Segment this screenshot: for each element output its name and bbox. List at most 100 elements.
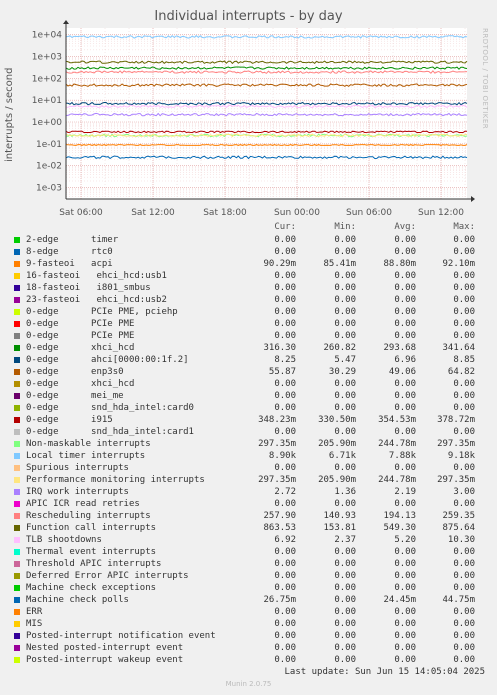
legend-row: Spurious interrupts 0.00 0.00 0.00 0.00 xyxy=(0,462,497,474)
legend-value-max: 9.18k xyxy=(447,451,475,461)
legend-value-avg: 0.00 xyxy=(394,403,416,413)
legend-value-avg: 24.45m xyxy=(383,595,416,605)
legend-value-cur: 0.00 xyxy=(274,583,296,593)
legend-value-min: 140.93 xyxy=(323,511,356,521)
legend-value-avg: 6.96 xyxy=(394,355,416,365)
legend-swatch xyxy=(14,249,20,255)
legend-row: 16-fasteoi ehci_hcd:usb1 0.00 0.00 0.00 0.00 xyxy=(0,270,497,282)
legend-series-name: 0-edge PCIe PME xyxy=(26,319,135,329)
legend-row: 0-edge ahci[0000:00:1f.2] 8.25 5.47 6.96 8.8… xyxy=(0,354,497,366)
legend-value-min: 0.00 xyxy=(334,403,356,413)
legend-swatch xyxy=(14,633,20,639)
legend-value-avg: 0.00 xyxy=(394,391,416,401)
legend-value-min: 153.81 xyxy=(323,523,356,533)
legend-value-min: 205.90m xyxy=(318,475,356,485)
legend-row: ERR 0.00 0.00 0.00 0.00 xyxy=(0,606,497,618)
legend-value-min: 205.90m xyxy=(318,439,356,449)
legend-series-name: Local timer interrupts xyxy=(26,451,146,461)
legend-value-max: 0.00 xyxy=(453,283,475,293)
legend-row: Threshold APIC interrupts 0.00 0.00 0.00 0.0… xyxy=(0,558,497,570)
legend-value-cur: 90.29m xyxy=(263,259,296,269)
legend-row: IRQ work interrupts 2.72 1.36 2.19 3.00 xyxy=(0,486,497,498)
legend-row: 0-edge xhci_hcd 316.30 260.82 293.68 341.64 xyxy=(0,342,497,354)
legend-value-avg: 0.00 xyxy=(394,607,416,617)
legend-series-name: 0-edge snd_hda_intel:card1 xyxy=(26,427,194,437)
legend-value-cur: 0.00 xyxy=(274,463,296,473)
legend-value-max: 3.00 xyxy=(453,487,475,497)
legend-row: 0-edge snd_hda_intel:card0 0.00 0.00 0.00 0.… xyxy=(0,402,497,414)
legend-value-max: 0.00 xyxy=(453,607,475,617)
legend-value-cur: 297.35m xyxy=(258,439,296,449)
legend-series-name: 9-fasteoi acpi xyxy=(26,259,113,269)
legend-value-cur: 0.00 xyxy=(274,295,296,305)
x-tick-label: Sat 18:00 xyxy=(203,208,247,218)
legend-value-avg: 88.80m xyxy=(383,259,416,269)
legend-series-name: Function call interrupts xyxy=(26,523,157,533)
legend-value-cur: 0.00 xyxy=(274,607,296,617)
legend-value-max: 0.00 xyxy=(453,247,475,257)
legend-value-avg: 0.00 xyxy=(394,619,416,629)
legend-value-max: 0.00 xyxy=(453,295,475,305)
legend-row: Machine check polls 26.75m 0.00 24.45m 44.75… xyxy=(0,594,497,606)
legend-row: 0-edge PCIe PME 0.00 0.00 0.00 0.00 xyxy=(0,330,497,342)
legend-value-max: 0.00 xyxy=(453,655,475,665)
legend-value-max: 0.00 xyxy=(453,571,475,581)
legend-swatch xyxy=(14,405,20,411)
legend-series-name: Rescheduling interrupts xyxy=(26,511,151,521)
legend-swatch xyxy=(14,441,20,447)
legend-value-avg: 0.00 xyxy=(394,583,416,593)
legend-swatch xyxy=(14,321,20,327)
legend-row: Posted-interrupt wakeup event 0.00 0.00 0.0… xyxy=(0,654,497,666)
legend-series-name: Spurious interrupts xyxy=(26,463,129,473)
legend-value-min: 0.00 xyxy=(334,271,356,281)
legend-series-name: Thermal event interrupts xyxy=(26,547,157,557)
legend-value-max: 0.00 xyxy=(453,463,475,473)
legend-swatch xyxy=(14,381,20,387)
y-tick-label: 1e-01 xyxy=(36,140,62,150)
legend-swatch xyxy=(14,549,20,555)
legend-row: Nested posted-interrupt event 0.00 0.00 0.0… xyxy=(0,642,497,654)
legend-value-min: 0.00 xyxy=(334,643,356,653)
x-tick-label: Sat 12:00 xyxy=(131,208,175,218)
legend-series-name: Posted-interrupt wakeup event xyxy=(26,655,184,665)
legend-swatch xyxy=(14,501,20,507)
legend-value-avg: 354.53m xyxy=(378,415,416,425)
legend-value-cur: 2.72 xyxy=(274,487,296,497)
legend-row: Thermal event interrupts 0.00 0.00 0.00 0.00 xyxy=(0,546,497,558)
legend-value-min: 0.00 xyxy=(334,655,356,665)
legend-series-name: 0-edge xhci_hcd xyxy=(26,343,135,353)
x-tick-label: Sun 12:00 xyxy=(418,208,464,218)
legend-value-max: 8.85 xyxy=(453,355,475,365)
legend-swatch xyxy=(14,333,20,339)
legend-value-min: 0.00 xyxy=(334,307,356,317)
legend-value-cur: 0.00 xyxy=(274,643,296,653)
legend-swatch xyxy=(14,561,20,567)
legend-row: Function call interrupts 863.53 153.81 549.… xyxy=(0,522,497,534)
legend-row: 0-edge snd_hda_intel:card1 0.00 0.00 0.00 0.… xyxy=(0,426,497,438)
col-header-min: Min: xyxy=(334,222,356,232)
legend-value-min: 2.37 xyxy=(334,535,356,545)
legend-value-cur: 55.87 xyxy=(268,367,296,377)
legend-value-min: 0.00 xyxy=(334,463,356,473)
legend-value-min: 85.41m xyxy=(323,259,356,269)
legend-series-name: Performance monitoring interrupts xyxy=(26,475,205,485)
legend-swatch xyxy=(14,261,20,267)
legend-swatch xyxy=(14,429,20,435)
legend-value-min: 1.36 xyxy=(334,487,356,497)
legend-value-cur: 0.00 xyxy=(274,391,296,401)
legend-value-max: 0.00 xyxy=(453,331,475,341)
legend-value-avg: 0.00 xyxy=(394,631,416,641)
legend-series-name: Non-maskable interrupts xyxy=(26,439,151,449)
legend-series-name: 0-edge snd_hda_intel:card0 xyxy=(26,403,194,413)
legend-row: Performance monitoring interrupts 297.35m… xyxy=(0,474,497,486)
legend-value-cur: 0.00 xyxy=(274,271,296,281)
y-tick-label: 1e+04 xyxy=(32,31,63,41)
legend-value-max: 44.75m xyxy=(442,595,475,605)
last-update: Last update: Sun Jun 15 14:05:04 2025 xyxy=(284,667,485,677)
legend-value-cur: 0.00 xyxy=(274,283,296,293)
legend-value-max: 0.00 xyxy=(453,631,475,641)
legend-value-min: 30.29 xyxy=(328,367,356,377)
legend-swatch xyxy=(14,357,20,363)
legend-row: Local timer interrupts 8.90k 6.71k 7.88k 9.1… xyxy=(0,450,497,462)
legend-value-cur: 0.00 xyxy=(274,319,296,329)
